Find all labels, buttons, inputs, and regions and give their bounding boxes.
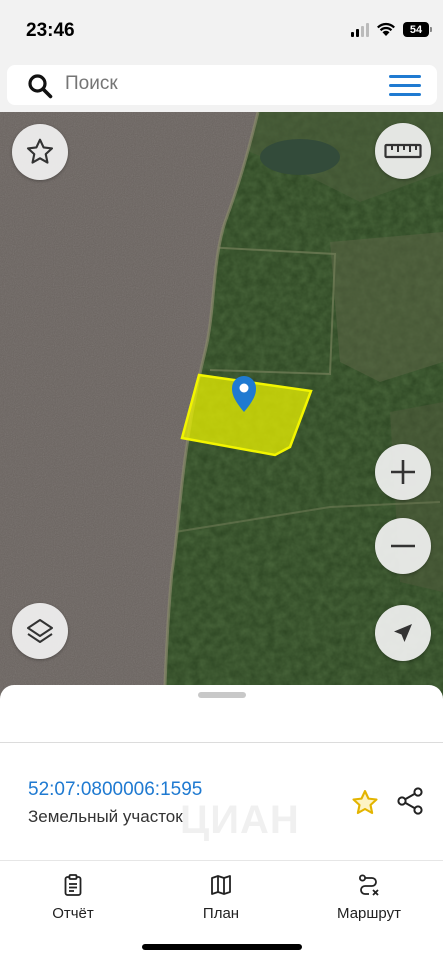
battery-icon: 54 [403,22,432,37]
favorite-star-icon[interactable] [350,788,380,818]
parcel-type: Земельный участок [28,807,183,826]
tab-route[interactable]: Маршрут [314,873,424,922]
route-icon [359,874,379,896]
layers-icon [27,619,53,643]
tab-route-label: Маршрут [337,905,401,922]
ruler-button[interactable] [375,123,431,179]
star-icon [26,138,54,164]
tab-report-label: Отчёт [52,905,94,922]
map-view[interactable] [0,112,443,712]
favorite-map-button[interactable] [12,124,68,180]
divider [0,742,443,743]
status-bar: 23:46 54 [0,0,443,62]
cian-watermark: ЦИАН [180,798,300,842]
hamburger-menu-icon[interactable] [389,75,421,97]
my-location-button[interactable] [375,605,431,661]
tab-report[interactable]: Отчёт [18,873,128,922]
location-arrow-icon [394,624,412,642]
status-time: 23:46 [26,20,75,41]
share-icon[interactable] [395,786,425,816]
cadastral-number[interactable]: 52:07:0800006:1595 [28,779,202,801]
search-bar[interactable] [7,65,437,105]
zoom-out-button[interactable] [375,518,431,574]
search-icon[interactable] [27,73,53,99]
search-input[interactable] [65,73,365,95]
ruler-icon [384,143,422,159]
tab-plan-label: План [202,905,240,922]
battery-level: 54 [409,23,423,36]
wifi-icon [377,22,395,36]
tab-plan[interactable]: План [166,873,276,922]
sheet-grabber[interactable] [198,692,246,698]
status-icons: 54 [351,22,432,37]
signal-icon [351,22,369,37]
zoom-in-button[interactable] [375,444,431,500]
layers-button[interactable] [12,603,68,659]
zoom-in-icon [391,460,415,484]
report-clipboard-icon [64,874,82,896]
home-indicator[interactable] [142,944,302,950]
map-plan-icon [211,875,231,895]
zoom-out-icon [391,544,415,548]
